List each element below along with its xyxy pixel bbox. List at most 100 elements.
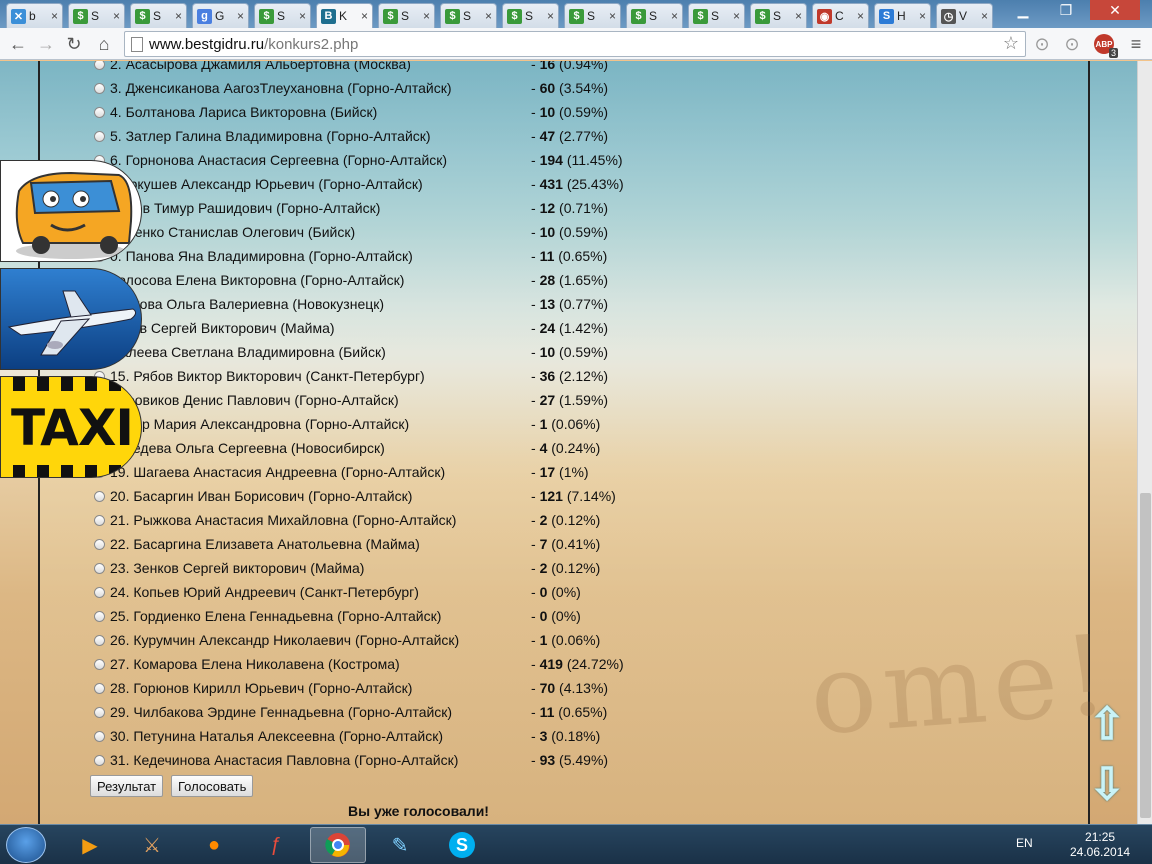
scroll-up-arrow-icon[interactable]: ⇧ — [1089, 700, 1126, 749]
poll-option: Колосова Елена Викторовна (Горно-Алтайск… — [94, 269, 608, 291]
poll-content: ome! 2. Асасырова Джамиля Альбертовна (М… — [38, 61, 1118, 824]
vote-button[interactable]: Голосовать — [171, 775, 254, 797]
browser-tab[interactable]: $ S × — [378, 3, 435, 28]
vote-number: 36 — [539, 368, 556, 384]
vote-count: - 2 (0.12%) — [531, 512, 601, 528]
odnoklassniki-icon[interactable]: ● — [186, 827, 242, 863]
poll-radio[interactable] — [94, 634, 105, 646]
poll-radio[interactable] — [94, 586, 105, 598]
tab-close-icon[interactable]: × — [857, 9, 864, 23]
vote-count: - 419 (24.72%) — [531, 656, 624, 672]
browser-tab[interactable]: ◷ V × — [936, 3, 993, 28]
poll-radio[interactable] — [94, 682, 105, 694]
tab-close-icon[interactable]: × — [237, 9, 244, 23]
tab-close-icon[interactable]: × — [175, 9, 182, 23]
skype-icon[interactable]: S — [434, 827, 490, 863]
vote-number: 27 — [539, 392, 556, 408]
browser-tab[interactable]: B K × — [316, 3, 373, 28]
browser-tab[interactable]: $ S × — [688, 3, 745, 28]
browser-tab[interactable]: $ S × — [254, 3, 311, 28]
home-icon[interactable]: ⌂ — [92, 32, 116, 56]
close-window-button[interactable]: ✕ — [1090, 0, 1140, 20]
game-icon[interactable]: ⚔ — [124, 827, 180, 863]
vote-number: 1 — [539, 416, 548, 432]
browser-tab[interactable]: $ S × — [68, 3, 125, 28]
poll-radio[interactable] — [94, 658, 105, 670]
poll-radio[interactable] — [94, 610, 105, 622]
bookmark-star-icon[interactable]: ☆ — [1003, 33, 1019, 54]
minimize-button[interactable]: ▁ — [1003, 0, 1043, 20]
media-player-icon[interactable]: ▶ — [62, 827, 118, 863]
restore-button[interactable]: ❐ — [1046, 0, 1086, 20]
airplane-icon[interactable] — [0, 268, 142, 370]
reload-icon[interactable]: ↻ — [62, 32, 86, 56]
poll-radio[interactable] — [94, 61, 105, 70]
menu-icon[interactable]: ≡ — [1124, 32, 1148, 56]
language-indicator[interactable]: EN — [1016, 836, 1033, 850]
poll-radio[interactable] — [94, 130, 105, 142]
dollar-icon: $ — [73, 8, 88, 24]
browser-tab[interactable]: S H × — [874, 3, 931, 28]
clock[interactable]: 21:25 24.06.2014 — [1070, 830, 1130, 860]
tab-close-icon[interactable]: × — [671, 9, 678, 23]
tab-close-icon[interactable]: × — [113, 9, 120, 23]
tab-close-icon[interactable]: × — [981, 9, 988, 23]
tab-close-icon[interactable]: × — [919, 9, 926, 23]
vote-percent: (0.59%) — [559, 104, 609, 120]
tab-close-icon[interactable]: × — [361, 9, 368, 23]
page-scrollbar[interactable] — [1137, 61, 1152, 824]
poll-option: 5. Затлер Галина Владимировна (Горно-Алт… — [94, 125, 608, 147]
browser-tab[interactable]: $ S × — [502, 3, 559, 28]
tab-close-icon[interactable]: × — [299, 9, 306, 23]
result-button[interactable]: Результат — [90, 775, 164, 797]
bus-icon[interactable] — [0, 160, 142, 262]
browser-tab[interactable]: ◉ C × — [812, 3, 869, 28]
tab-close-icon[interactable]: × — [423, 9, 430, 23]
poll-radio[interactable] — [94, 106, 105, 118]
browser-tab[interactable]: $ S × — [750, 3, 807, 28]
address-bar[interactable]: www.bestgidru.ru/konkurs2.php ☆ — [124, 31, 1026, 57]
browser-tab[interactable]: $ S × — [130, 3, 187, 28]
google-icon: g — [197, 8, 212, 24]
scroll-down-arrow-icon[interactable]: ⇩ — [1089, 760, 1126, 809]
vote-count: - 16 (0.94%) — [531, 61, 608, 72]
tab-close-icon[interactable]: × — [51, 9, 58, 23]
poll-radio[interactable] — [94, 754, 105, 766]
start-button[interactable] — [6, 827, 46, 863]
poll-radio[interactable] — [94, 706, 105, 718]
poll-radio[interactable] — [94, 730, 105, 742]
flash-icon[interactable]: ƒ — [248, 827, 304, 863]
poll-radio[interactable] — [94, 538, 105, 550]
forward-icon[interactable]: → — [34, 32, 58, 56]
browser-tab[interactable]: $ S × — [440, 3, 497, 28]
vote-count: - 47 (2.77%) — [531, 128, 609, 144]
poll-radio[interactable] — [94, 562, 105, 574]
tab-close-icon[interactable]: × — [733, 9, 740, 23]
clock-date: 24.06.2014 — [1070, 845, 1131, 859]
poll-radio[interactable] — [94, 514, 105, 526]
adblock-icon[interactable]: ABP 3 — [1092, 32, 1118, 58]
extension-download-icon[interactable]: ⊙ — [1030, 32, 1054, 56]
back-icon[interactable]: ← — [6, 32, 30, 56]
chrome-icon[interactable] — [310, 827, 366, 863]
extension-download-icon-2[interactable]: ⊙ — [1060, 32, 1084, 56]
vote-number: 0 — [539, 608, 548, 624]
tab-close-icon[interactable]: × — [795, 9, 802, 23]
vote-percent: (0.18%) — [551, 728, 601, 744]
candidate-name: Меркушев Александр Юрьевич (Горно-Алтайс… — [110, 176, 423, 192]
browser-tab[interactable]: ✕ b × — [6, 3, 63, 28]
browser-tab[interactable]: $ S × — [564, 3, 621, 28]
scrollbar-thumb[interactable] — [1140, 493, 1151, 818]
tab-close-icon[interactable]: × — [547, 9, 554, 23]
poll-radio[interactable] — [94, 490, 105, 502]
browser-tab[interactable]: $ S × — [626, 3, 683, 28]
poll-radio[interactable] — [94, 82, 105, 94]
tab-close-icon[interactable]: × — [485, 9, 492, 23]
notepad-icon[interactable]: ✎ — [372, 827, 428, 863]
tab-close-icon[interactable]: × — [609, 9, 616, 23]
vote-percent: (0%) — [551, 608, 581, 624]
candidate-name: 19. Шагаева Анастасия Андреевна (Горно-А… — [110, 464, 446, 480]
taxi-icon[interactable]: TAXI — [0, 376, 142, 478]
browser-tab[interactable]: g G × — [192, 3, 249, 28]
candidate-name: 20. Басаргин Иван Борисович (Горно-Алтай… — [110, 488, 413, 504]
